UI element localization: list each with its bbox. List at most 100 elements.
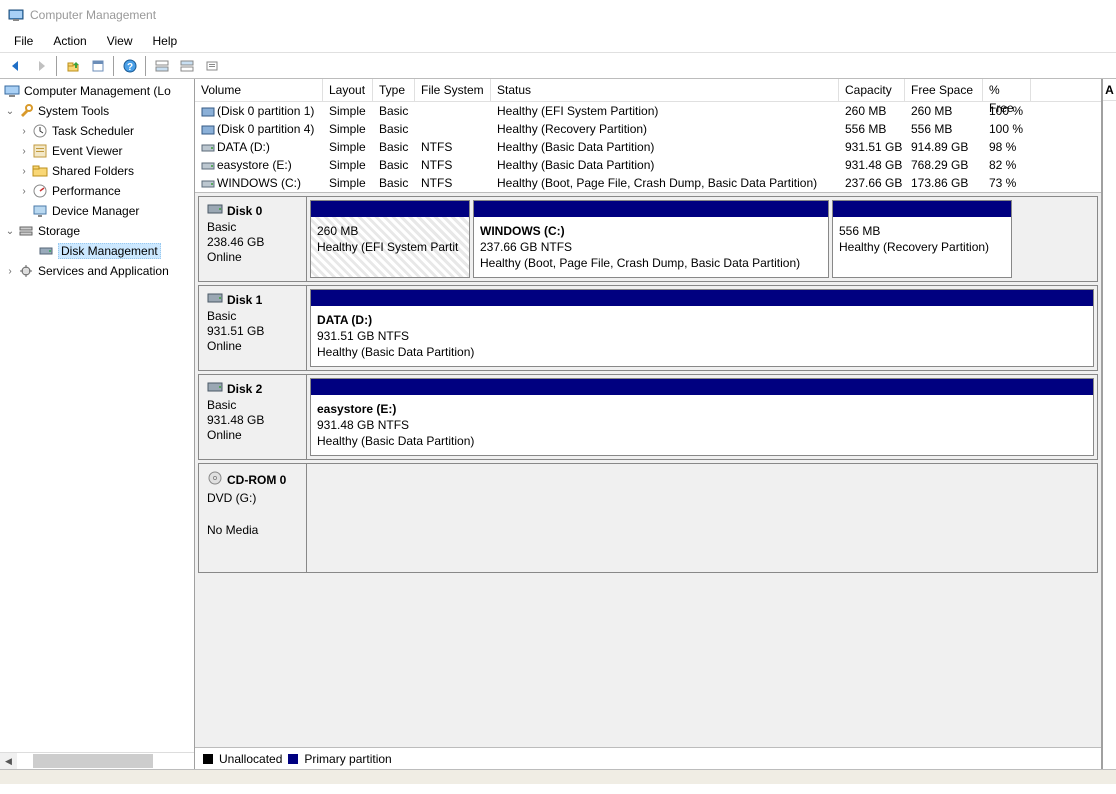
disk-row[interactable]: Disk 1Basic931.51 GBOnlineDATA (D:)931.5… [198, 285, 1098, 371]
settings-button[interactable] [200, 55, 223, 77]
collapse-icon[interactable]: ⌄ [4, 225, 16, 237]
volume-type: Basic [373, 140, 415, 154]
menu-file[interactable]: File [4, 32, 43, 50]
tree-performance[interactable]: › Performance [0, 181, 194, 201]
disk-graphical-area[interactable]: Disk 0Basic238.46 GBOnline260 MBHealthy … [195, 192, 1101, 747]
partition-color-bar [474, 201, 828, 217]
disk-row[interactable]: Disk 2Basic931.48 GBOnlineeasystore (E:)… [198, 374, 1098, 460]
col-capacity[interactable]: Capacity [839, 79, 905, 101]
volume-status: Healthy (EFI System Partition) [491, 104, 839, 118]
partition-icon [201, 124, 215, 136]
volume-row[interactable]: WINDOWS (C:)SimpleBasicNTFSHealthy (Boot… [195, 174, 1101, 192]
expand-icon[interactable]: › [18, 165, 30, 177]
volume-status: Healthy (Basic Data Partition) [491, 158, 839, 172]
volume-pct: 100 % [983, 104, 1031, 118]
col-filesystem[interactable]: File System [415, 79, 491, 101]
tree-services[interactable]: › Services and Application [0, 261, 194, 281]
col-type[interactable]: Type [373, 79, 415, 101]
volume-free: 556 MB [905, 122, 983, 136]
volume-free: 173.86 GB [905, 176, 983, 190]
disk-row[interactable]: Disk 0Basic238.46 GBOnline260 MBHealthy … [198, 196, 1098, 282]
disk-icon [207, 203, 223, 218]
expand-icon[interactable]: › [18, 145, 30, 157]
partition-status: Healthy (Boot, Page File, Crash Dump, Ba… [480, 255, 822, 271]
volume-row[interactable]: (Disk 0 partition 4)SimpleBasicHealthy (… [195, 120, 1101, 138]
view-top-button[interactable] [150, 55, 173, 77]
tree-task-scheduler[interactable]: › Task Scheduler [0, 121, 194, 141]
volume-list[interactable]: (Disk 0 partition 1) Simple Basic Healthy (… [195, 102, 1101, 192]
volume-header-row: Volume Layout Type File System Status Ca… [195, 79, 1101, 102]
partitions-container: 260 MBHealthy (EFI System PartitWINDOWS … [307, 197, 1097, 281]
partition-body: WINDOWS (C:)237.66 GB NTFSHealthy (Boot,… [474, 217, 828, 277]
folder-shared-icon [32, 163, 48, 179]
volume-row[interactable]: DATA (D:)SimpleBasicNTFSHealthy (Basic D… [195, 138, 1101, 156]
expand-icon[interactable]: › [4, 265, 16, 277]
volume-name: easystore (E:) [217, 158, 292, 172]
menu-help[interactable]: Help [143, 32, 188, 50]
tree[interactable]: Computer Management (Lo ⌄ System Tools ›… [0, 79, 194, 752]
volume-pct: 98 % [983, 140, 1031, 154]
disk-mgmt-icon [38, 243, 54, 259]
drive-icon [201, 142, 215, 154]
partition-block[interactable]: WINDOWS (C:)237.66 GB NTFSHealthy (Boot,… [473, 200, 829, 278]
menu-action[interactable]: Action [43, 32, 96, 50]
tree-horizontal-scrollbar[interactable]: ◀ [0, 752, 194, 769]
partition-status: Healthy (Basic Data Partition) [317, 433, 1087, 449]
help-button[interactable]: ? [118, 55, 141, 77]
disk-status: Online [207, 250, 298, 264]
disk-size: 931.48 GB [207, 413, 298, 427]
partition-size: 237.66 GB NTFS [480, 239, 822, 255]
volume-free: 260 MB [905, 104, 983, 118]
col-filler [1031, 79, 1101, 101]
disk-name: Disk 0 [227, 204, 262, 218]
back-button[interactable] [4, 55, 27, 77]
tree-device-manager[interactable]: › Device Manager [0, 201, 194, 221]
partition-block[interactable]: 260 MBHealthy (EFI System Partit [310, 200, 470, 278]
volume-pct: 82 % [983, 158, 1031, 172]
volume-row[interactable]: (Disk 0 partition 1)SimpleBasicHealthy (… [195, 102, 1101, 120]
collapse-icon[interactable]: ⌄ [4, 105, 16, 117]
col-free-space[interactable]: Free Space [905, 79, 983, 101]
scroll-thumb[interactable] [33, 754, 153, 768]
tree-system-tools[interactable]: ⌄ System Tools [0, 101, 194, 121]
partition-block[interactable]: DATA (D:)931.51 GB NTFSHealthy (Basic Da… [310, 289, 1094, 367]
legend: Unallocated Primary partition [195, 747, 1101, 769]
disk-type: Basic [207, 398, 298, 412]
expand-icon[interactable]: › [18, 125, 30, 137]
partition-block[interactable]: 556 MBHealthy (Recovery Partition) [832, 200, 1012, 278]
tree-event-viewer[interactable]: › Event Viewer [0, 141, 194, 161]
forward-button[interactable] [29, 55, 52, 77]
disk-name: Disk 2 [227, 382, 262, 396]
volume-fs: NTFS [415, 176, 491, 190]
volume-name: (Disk 0 partition 1) [217, 104, 314, 118]
partition-size: 931.51 GB NTFS [317, 328, 1087, 344]
partition-block[interactable]: easystore (E:)931.48 GB NTFSHealthy (Bas… [310, 378, 1094, 456]
disk-type: Basic [207, 309, 298, 323]
volume-row[interactable]: easystore (E:)SimpleBasicNTFSHealthy (Ba… [195, 156, 1101, 174]
tree-disk-management[interactable]: Disk Management [0, 241, 194, 261]
col-status[interactable]: Status [491, 79, 839, 101]
volume-free: 768.29 GB [905, 158, 983, 172]
volume-status: Healthy (Recovery Partition) [491, 122, 839, 136]
tree-root[interactable]: Computer Management (Lo [0, 81, 194, 101]
expand-icon[interactable]: › [18, 185, 30, 197]
col-pct-free[interactable]: % Free [983, 79, 1031, 101]
view-bottom-button[interactable] [175, 55, 198, 77]
tree-storage[interactable]: ⌄ Storage [0, 221, 194, 241]
properties-button[interactable] [86, 55, 109, 77]
drive-icon [201, 160, 215, 172]
toolbar-separator [113, 56, 114, 76]
up-button[interactable] [61, 55, 84, 77]
volume-layout: Simple [323, 176, 373, 190]
partition-body: 260 MBHealthy (EFI System Partit [311, 217, 469, 277]
partition-color-bar [311, 201, 469, 217]
menu-view[interactable]: View [97, 32, 143, 50]
partition-body: DATA (D:)931.51 GB NTFSHealthy (Basic Da… [311, 306, 1093, 366]
tree-shared-folders[interactable]: › Shared Folders [0, 161, 194, 181]
scroll-left-arrow[interactable]: ◀ [0, 753, 17, 770]
actions-pane-edge: A [1102, 79, 1116, 769]
cdrom-row[interactable]: CD-ROM 0DVD (G:)No Media [198, 463, 1098, 573]
legend-unallocated-swatch [203, 754, 213, 764]
col-layout[interactable]: Layout [323, 79, 373, 101]
col-volume[interactable]: Volume [195, 79, 323, 101]
